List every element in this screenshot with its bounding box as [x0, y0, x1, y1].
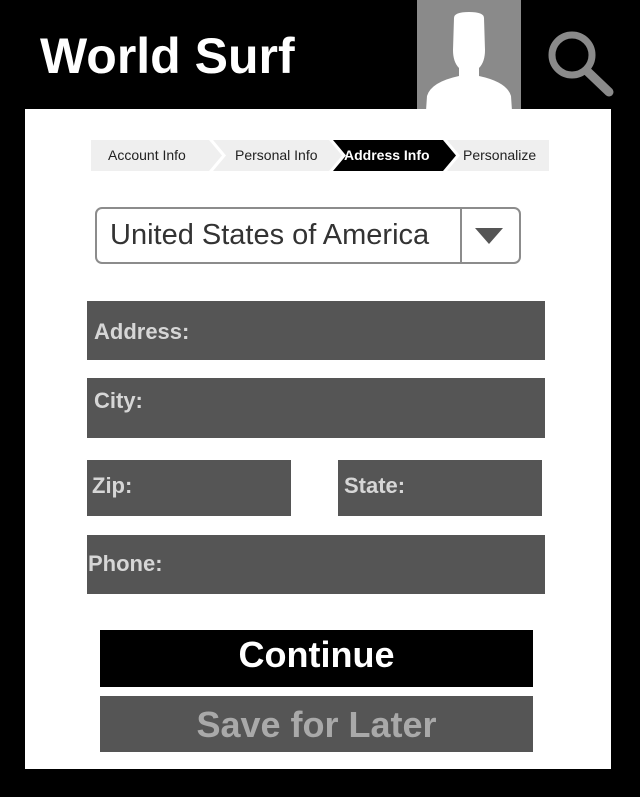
city-field-label: City:	[94, 388, 143, 413]
phone-field-label: Phone:	[88, 551, 163, 576]
progress-steps: Account Info Personal Info Address Info …	[91, 140, 549, 171]
step-account-info[interactable]: Account Info	[91, 140, 222, 171]
country-select[interactable]: United States of America	[95, 207, 521, 264]
user-avatar-icon[interactable]	[417, 0, 521, 111]
state-field[interactable]: State:	[338, 460, 542, 516]
dropdown-arrow-icon[interactable]	[475, 228, 503, 244]
continue-button[interactable]: Continue	[100, 630, 533, 687]
step-personalize[interactable]: Personalize	[447, 140, 549, 171]
state-field-label: State:	[344, 473, 406, 498]
phone-field[interactable]: Phone:	[87, 535, 545, 594]
select-divider	[460, 209, 462, 262]
country-select-value: United States of America	[110, 219, 430, 251]
city-field[interactable]: City:	[87, 378, 545, 438]
zip-field[interactable]: Zip:	[87, 460, 291, 516]
step-label: Account Info	[108, 147, 186, 163]
step-label: Personal Info	[235, 147, 318, 163]
zip-field-label: Zip:	[92, 473, 133, 498]
address-field-label: Address:	[94, 319, 190, 344]
form-panel: Account Info Personal Info Address Info …	[25, 109, 611, 769]
address-field[interactable]: Address:	[87, 301, 545, 360]
step-address-info[interactable]: Address Info	[333, 140, 456, 171]
app-title: World Surf	[40, 28, 295, 84]
search-icon[interactable]	[544, 26, 616, 98]
step-label: Personalize	[463, 147, 537, 163]
save-for-later-button[interactable]: Save for Later	[100, 696, 533, 752]
step-label: Address Info	[344, 147, 430, 163]
step-personal-info[interactable]: Personal Info	[213, 140, 342, 171]
